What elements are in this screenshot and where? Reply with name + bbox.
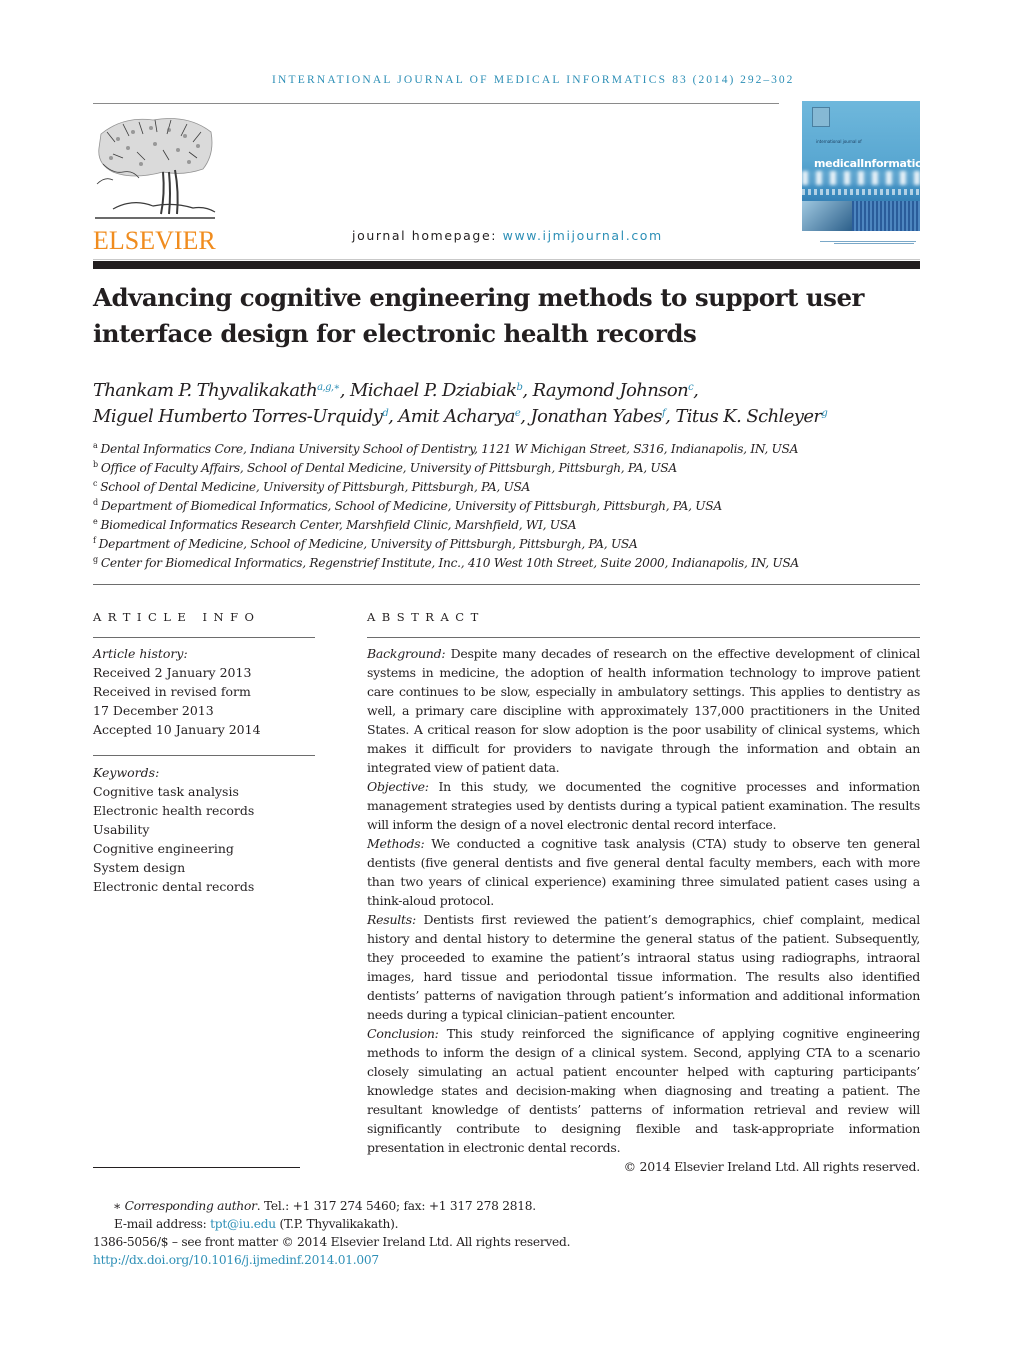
cover-elsevier-emblem-icon [812, 107, 830, 127]
author: Michael P. Dziabiakb, [349, 380, 533, 401]
author-affiliation-link[interactable]: g [821, 408, 827, 419]
keyword: Electronic dental records [93, 879, 255, 894]
author: Amit Acharyae, [398, 406, 531, 427]
section-divider [93, 584, 920, 585]
affiliation: d Department of Biomedical Informatics, S… [93, 498, 722, 514]
front-matter: 1386-5056/$ – see front matter © 2014 El… [93, 1235, 571, 1249]
keyword: Electronic health records [93, 803, 255, 818]
author-affiliation-link[interactable]: a,g,∗ [317, 382, 340, 393]
keyword: Cognitive task analysis [93, 784, 239, 799]
corresponding-author-note: ∗ Corresponding author. Tel.: +1 317 274… [113, 1199, 536, 1213]
keyword: System design [93, 860, 186, 875]
affiliation: c School of Dental Medicine, University o… [93, 479, 531, 495]
author: Thankam P. Thyvalikakatha,g,∗, [93, 380, 350, 401]
abstract-copyright: © 2014 Elsevier Ireland Ltd. All rights … [623, 1159, 921, 1174]
history-item: 17 December 2013 [93, 703, 214, 718]
affiliation: a Dental Informatics Core, Indiana Univer… [93, 441, 799, 457]
author: Jonathan Yabesf, [530, 406, 676, 427]
email-link[interactable]: tpt@iu.edu [210, 1217, 276, 1231]
history-item: Accepted 10 January 2014 [93, 722, 261, 737]
header-divider [93, 103, 779, 104]
title-divider-hairline [93, 259, 920, 260]
keywords-label: Keywords: [93, 765, 160, 780]
affiliation: g Center for Biomedical Informatics, Rege… [93, 555, 799, 571]
cover-photo-left [802, 201, 852, 231]
abstract-background: Background: Despite many decades of rese… [367, 646, 920, 775]
email-note: E-mail address: tpt@iu.edu (T.P. Thyvali… [114, 1217, 399, 1231]
abstract-results: Results: Dentists first reviewed the pat… [367, 912, 920, 1022]
article-title: Advancing cognitive engineering methods … [93, 283, 864, 348]
abstract-body: Background: Despite many decades of rese… [367, 644, 920, 1176]
keywords: Keywords: Cognitive task analysis Electr… [93, 763, 323, 896]
article-history-label: Article history: [93, 646, 188, 661]
title-divider-thick [93, 261, 920, 269]
abstract-objective: Objective: In this study, we documented … [367, 779, 920, 832]
footnote-divider [93, 1167, 300, 1168]
journal-cover-thumbnail: international journal of medicalInformat… [802, 101, 920, 231]
affiliation: f Department of Medicine, School of Medic… [93, 536, 638, 552]
author-list: Thankam P. Thyvalikakatha,g,∗, Michael P… [93, 378, 923, 430]
affiliation: b Office of Faculty Affairs, School of De… [93, 460, 677, 476]
abstract-methods: Methods: We conducted a cognitive task a… [367, 836, 920, 908]
homepage-link[interactable]: www.ijmijournal.com [503, 228, 663, 243]
footnotes: ∗ Corresponding author. Tel.: +1 317 274… [93, 1197, 693, 1269]
journal-name: international journal of medical informa… [272, 74, 668, 86]
keywords-divider [93, 755, 315, 756]
article-info-heading: ARTICLE INFO [93, 610, 261, 624]
history-item: Received 2 January 2013 [93, 665, 252, 680]
homepage-label: journal homepage: [352, 228, 503, 243]
affiliation-list: a Dental Informatics Core, Indiana Univer… [93, 440, 923, 573]
journal-running-head: international journal of medical informa… [272, 74, 794, 86]
keyword: Cognitive engineering [93, 841, 234, 856]
author: Titus K. Schleyerg [675, 406, 828, 427]
article-info-divider [93, 637, 315, 638]
journal-homepage: journal homepage: www.ijmijournal.com [352, 228, 663, 243]
cover-subtitle: international journal of [816, 139, 862, 144]
abstract-divider [367, 637, 920, 638]
abstract-conclusion: Conclusion: This study reinforced the si… [367, 1026, 920, 1155]
affiliation: e Biomedical Informatics Research Center,… [93, 517, 577, 533]
elsevier-wordmark: ELSEVIER [93, 226, 216, 255]
history-item: Received in revised form [93, 684, 251, 699]
cover-photo-right [852, 201, 920, 231]
volume-info: 83 (2014) 292–302 [672, 74, 795, 86]
cover-light-band-2 [802, 189, 920, 195]
author: Miguel Humberto Torres-Urquidyd, [93, 406, 399, 427]
doi-link[interactable]: http://dx.doi.org/10.1016/j.ijmedinf.201… [93, 1253, 379, 1267]
keyword: Usability [93, 822, 150, 837]
author: Raymond Johnsonc, [532, 380, 699, 401]
article-history: Article history: Received 2 January 2013… [93, 644, 323, 739]
elsevier-tree-logo-icon [95, 118, 216, 219]
cover-caption [820, 240, 916, 246]
cover-light-band [802, 171, 920, 185]
abstract-heading: ABSTRACT [367, 610, 485, 624]
